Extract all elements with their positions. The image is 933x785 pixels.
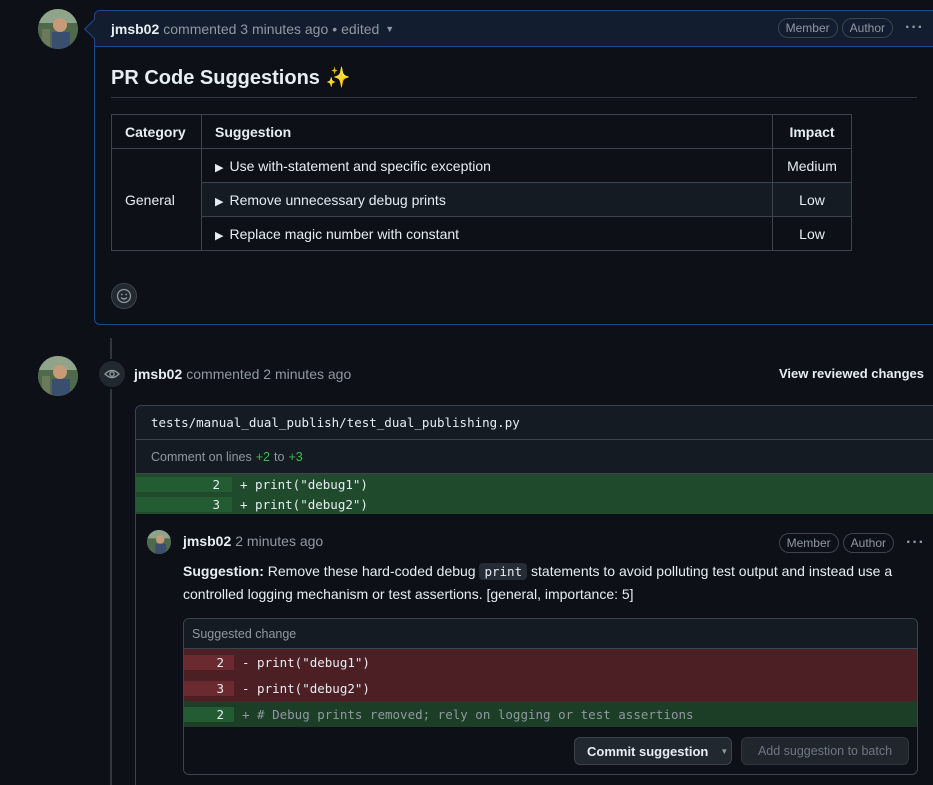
suggestion-toggle[interactable]: ▶ Use with-statement and specific excepti… [201,148,773,183]
lines-to-word: to [274,449,285,464]
deleted-line: 3 - print("debug2") [184,675,917,701]
avatar[interactable] [38,356,78,396]
diff-code: + print("debug2") [240,496,368,512]
line-number: 3 [136,496,232,512]
lines-prefix: Comment on lines [151,449,252,464]
line-to: +3 [288,449,303,464]
comment-body: Suggestion: Remove these hard-coded debu… [183,560,933,605]
triangle-right-icon: ▶ [215,195,224,208]
avatar[interactable] [38,9,78,49]
table-header-category: Category [111,114,202,149]
deleted-line: 2 - print("debug1") [184,649,917,675]
lines-info: Comment on lines +2 to +3 [136,440,933,474]
member-badge: Member [778,533,839,553]
line-number: 2 [184,654,234,670]
added-line: 2 + # Debug prints removed; rely on logg… [184,701,917,727]
table-row: ▶ Remove unnecessary debug prints Low [112,182,852,217]
review-thread: tests/manual_dual_publish/test_dual_publ… [135,405,933,785]
table-header-suggestion: Suggestion [201,114,773,149]
suggestion-label: Suggestion: [183,563,264,579]
timeline-line [110,338,112,785]
body-text-before: Remove these hard-coded debug [267,563,476,579]
view-reviewed-changes-link[interactable]: View reviewed changes [779,366,924,381]
author-badge: Author [842,533,895,553]
inline-code: print [479,563,528,580]
table-row: General ▶ Use with-statement and specific… [111,148,852,251]
diff-line: 3 + print("debug2") [136,494,933,514]
chevron-down-icon[interactable]: ▼ [385,24,394,34]
chevron-down-icon: ▼ [720,746,729,756]
suggestion-label: Use with-statement and specific exceptio… [229,157,491,174]
diff-code: - print("debug2") [242,680,370,696]
line-number: 2 [184,706,234,722]
impact-cell: Low [772,216,852,251]
file-path[interactable]: tests/manual_dual_publish/test_dual_publ… [136,406,933,440]
add-to-batch-button[interactable]: Add suggestion to batch [741,737,909,765]
category-cell: General [111,148,202,251]
suggested-change-box: Suggested change 2 - print("debug1") 3 -… [183,618,918,775]
impact-cell: Low [772,182,852,217]
triangle-right-icon: ▶ [215,161,224,174]
commit-suggestion-label: Commit suggestion [587,743,709,759]
suggestion-toggle[interactable]: ▶ Replace magic number with constant [201,216,773,251]
suggestions-table: Category Suggestion Impact General ▶ Use … [111,114,852,251]
comment-author[interactable]: jmsb02 [134,366,182,382]
suggestion-toggle[interactable]: ▶ Remove unnecessary debug prints [201,182,773,217]
diff-code: + # Debug prints removed; rely on loggin… [242,706,694,722]
table-row: ▶ Replace magic number with constant Low [112,216,852,251]
edited-label[interactable]: edited [341,21,379,37]
suggestion-label: Remove unnecessary debug prints [229,191,446,208]
commit-suggestion-button[interactable]: Commit suggestion ▼ [574,737,732,765]
comment-caret [84,19,104,39]
comment-header: jmsb02 commented 3 minutes ago • edited … [84,11,933,47]
separator-dot: • [332,20,338,37]
eye-icon [97,359,127,389]
author-badge: Author [841,18,894,38]
suggested-change-header: Suggested change [184,619,917,649]
add-reaction-button[interactable] [111,283,137,309]
comment-title: PR Code Suggestions ✨ [111,67,351,89]
diff-code: + print("debug1") [240,476,368,492]
line-number: 2 [136,476,232,492]
divider [111,97,917,98]
comment-timestamp[interactable]: commented 2 minutes ago [186,366,351,382]
comment-card: jmsb02 commented 3 minutes ago • edited … [84,10,933,325]
line-number: 3 [184,680,234,696]
comment-author[interactable]: jmsb02 [111,21,159,37]
smiley-icon [116,288,132,304]
impact-cell: Medium [772,148,852,183]
more-options-icon[interactable]: ··· [906,534,925,552]
comment-author[interactable]: jmsb02 [183,533,231,549]
table-header-impact: Impact [772,114,852,149]
more-options-icon[interactable]: ··· [905,19,924,37]
triangle-right-icon: ▶ [215,229,224,242]
diff-code: - print("debug1") [242,654,370,670]
avatar[interactable] [147,530,171,554]
comment-timestamp[interactable]: commented 3 minutes ago [163,21,328,37]
comment-timestamp[interactable]: 2 minutes ago [235,533,323,549]
suggestion-label: Replace magic number with constant [229,225,460,242]
diff-line: 2 + print("debug1") [136,474,933,494]
line-from: +2 [255,449,271,464]
member-badge: Member [777,18,838,38]
review-header: jmsb02 commented 2 minutes ago [134,366,351,382]
